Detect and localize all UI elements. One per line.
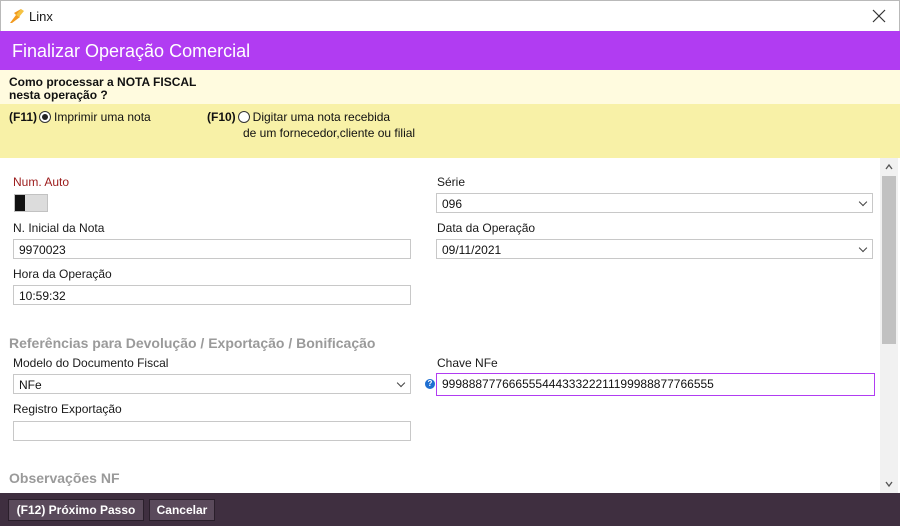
chave-nfe-value: 9998887776665554443332221119998887776655… — [442, 377, 714, 391]
form-content: Num. Auto Série 096 N. Inicial da Nota 9… — [0, 158, 880, 493]
radio-option-type[interactable]: (F10) Digitar uma nota recebida — [207, 110, 390, 124]
shortcut-key-f11: (F11) — [9, 110, 38, 124]
n-inicial-label: N. Inicial da Nota — [13, 221, 105, 235]
data-operacao-select[interactable]: 09/11/2021 — [436, 239, 873, 259]
dialog-title: Finalizar Operação Comercial — [12, 41, 251, 61]
hora-operacao-value: 10:59:32 — [19, 289, 66, 303]
chave-nfe-label: Chave NFe — [437, 356, 498, 370]
num-auto-label: Num. Auto — [13, 175, 70, 189]
help-icon[interactable]: ? — [425, 379, 435, 389]
n-inicial-value: 9970023 — [19, 243, 66, 257]
next-step-button[interactable]: (F12) Próximo Passo — [8, 499, 144, 521]
radio-option-print[interactable]: (F11) Imprimir uma nota — [9, 110, 151, 124]
radio-type-label-line2: de um fornecedor,cliente ou filial — [243, 126, 416, 140]
section-references-title: Referências para Devolução / Exportação … — [9, 335, 376, 351]
serie-value: 096 — [442, 197, 463, 211]
toggle-knob — [15, 195, 25, 211]
section-observacoes-title: Observações NF — [9, 470, 120, 486]
data-operacao-label: Data da Operação — [437, 221, 536, 235]
vertical-scrollbar[interactable] — [880, 158, 898, 493]
radio-print-label: Imprimir uma nota — [54, 110, 151, 124]
registro-exportacao-label: Registro Exportação — [13, 402, 122, 416]
scroll-up-icon[interactable] — [885, 163, 893, 171]
hora-operacao-label: Hora da Operação — [13, 267, 112, 281]
modelo-value: NFe — [19, 378, 42, 392]
question-text: Como processar a NOTA FISCAL nesta opera… — [9, 75, 197, 102]
dialog-footer: (F12) Próximo Passo Cancelar — [0, 493, 900, 526]
scrollbar-thumb[interactable] — [882, 176, 896, 344]
n-inicial-input[interactable]: 9970023 — [13, 239, 411, 259]
dialog-header: Finalizar Operação Comercial — [0, 31, 900, 70]
window-title: Linx — [29, 9, 53, 24]
serie-select[interactable]: 096 — [436, 193, 873, 213]
scroll-down-icon[interactable] — [885, 480, 893, 488]
radio-type-label: Digitar uma nota recebida — [252, 110, 391, 124]
hora-operacao-input[interactable]: 10:59:32 — [13, 285, 411, 305]
modelo-select[interactable]: NFe — [13, 374, 411, 394]
radio-print[interactable] — [39, 111, 52, 123]
chave-nfe-input[interactable]: 9998887776665554443332221119998887776655… — [436, 373, 875, 396]
close-icon[interactable] — [869, 6, 889, 26]
radio-type[interactable] — [237, 111, 250, 123]
cancel-button[interactable]: Cancelar — [149, 499, 215, 521]
question-strip: Como processar a NOTA FISCAL nesta opera… — [0, 70, 900, 104]
modelo-label: Modelo do Documento Fiscal — [13, 356, 169, 370]
data-operacao-value: 09/11/2021 — [442, 243, 502, 257]
num-auto-toggle[interactable] — [14, 194, 48, 212]
serie-label: Série — [437, 175, 466, 189]
shortcut-key-f10: (F10) — [207, 110, 236, 124]
options-strip: (F11) Imprimir uma nota (F10) Digitar uma … — [0, 104, 900, 158]
linx-logo-icon — [10, 9, 24, 23]
window-titlebar: Linx — [0, 0, 900, 31]
registro-exportacao-input[interactable] — [13, 421, 411, 441]
